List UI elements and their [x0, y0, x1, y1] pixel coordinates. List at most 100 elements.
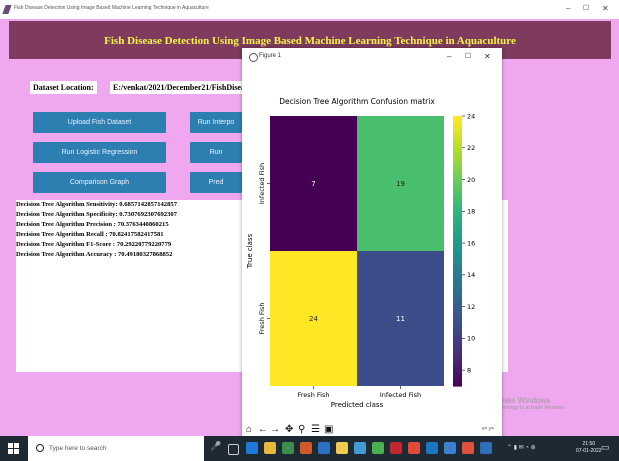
colorbar-segment: [453, 323, 462, 329]
app-icon-5[interactable]: [318, 442, 330, 454]
colorbar-segment: [453, 197, 462, 203]
back-icon[interactable]: ←: [258, 424, 268, 436]
maximize-button[interactable]: ☐: [583, 5, 589, 13]
colorbar-segment: [453, 282, 462, 288]
colorbar-segment: [453, 210, 462, 216]
close-button[interactable]: ✕: [602, 5, 609, 13]
taskbar-search-box[interactable]: Type here to search: [28, 436, 204, 461]
colorbar-segment: [453, 183, 462, 189]
file-explorer-icon[interactable]: [264, 442, 276, 454]
run-button[interactable]: Run: [190, 142, 242, 163]
system-tray-icons[interactable]: ⌃ ▮ ✉ ◔ ⊕: [507, 444, 536, 451]
colorbar-segment: [453, 215, 462, 221]
colorbar-segment: [453, 359, 462, 365]
colorbar-segment: [453, 120, 462, 126]
figure-app-icon: [249, 53, 258, 62]
colorbar-segment: [453, 336, 462, 342]
colorbar-tick-label: 18: [467, 208, 475, 216]
colorbar-tick-label: 12: [467, 303, 475, 311]
figure-window-title: Figure 1: [259, 53, 282, 59]
comparison-graph-button[interactable]: Comparison Graph: [33, 172, 166, 193]
task-view-icon[interactable]: [228, 444, 239, 455]
colorbar-segment: [453, 188, 462, 194]
colorbar-tick-label: 22: [467, 144, 475, 152]
zoom-icon[interactable]: ⚲: [298, 424, 305, 436]
chrome-icon[interactable]: [372, 442, 384, 454]
y-tick-label: Fresh Fish: [258, 303, 266, 335]
colorbar-segment: [453, 381, 462, 387]
cell-value-label: 11: [396, 315, 405, 323]
colorbar-segment: [453, 143, 462, 149]
figure-maximize-button[interactable]: ☐: [465, 53, 471, 61]
run-logistic-regression-button[interactable]: Run Logistic Regression: [33, 142, 166, 163]
pan-icon[interactable]: ✥: [285, 424, 293, 436]
taskbar-clock[interactable]: 21:50 07-01-2022: [576, 441, 602, 455]
y-axis-label: True class: [246, 233, 254, 269]
y-tick-label: Infected Fish: [258, 163, 266, 204]
colorbar-segment: [453, 305, 462, 311]
figure-close-button[interactable]: ✕: [484, 53, 491, 61]
colorbar-segment: [453, 237, 462, 243]
colorbar-segment: [453, 138, 462, 144]
app-icon-9[interactable]: [390, 442, 402, 454]
notification-icon[interactable]: ▭: [601, 442, 610, 453]
colorbar-segment: [453, 287, 462, 293]
app-icon-4[interactable]: [300, 442, 312, 454]
search-icon: [36, 444, 44, 452]
configure-icon[interactable]: ☰: [311, 424, 320, 436]
page-title: Fish Disease Detection Using Image Based…: [104, 35, 516, 47]
app-icon-12[interactable]: [444, 442, 456, 454]
app-icon-11[interactable]: [426, 442, 438, 454]
colorbar-segment: [453, 363, 462, 369]
forward-icon[interactable]: →: [270, 424, 280, 436]
predict-button[interactable]: Pred: [190, 172, 242, 193]
dataset-location-label: Dataset Location:: [30, 81, 97, 94]
colorbar-segment: [453, 147, 462, 153]
feather-icon: [2, 5, 12, 14]
colorbar-segment: [453, 264, 462, 270]
colorbar-segment: [453, 161, 462, 167]
save-icon[interactable]: ▣: [324, 424, 333, 436]
colorbar-segment: [453, 377, 462, 383]
windows-start-icon[interactable]: [8, 443, 19, 454]
app-icon-7[interactable]: [354, 442, 366, 454]
colorbar-segment: [453, 134, 462, 140]
colorbar-segment: [453, 255, 462, 261]
colorbar-segment: [453, 192, 462, 198]
home-icon[interactable]: ⌂: [246, 424, 252, 436]
colorbar-segment: [453, 125, 462, 131]
cell-value-label: 19: [396, 180, 405, 188]
colorbar-segment: [453, 224, 462, 230]
colorbar-segment: [453, 296, 462, 302]
minimize-button[interactable]: –: [566, 5, 570, 13]
x-axis-label: Predicted class: [331, 401, 384, 409]
colorbar-segment: [453, 165, 462, 171]
colorbar-segment: [453, 345, 462, 351]
microphone-icon[interactable]: 🎤: [210, 441, 222, 453]
colorbar-segment: [453, 291, 462, 297]
app-icon-14[interactable]: [480, 442, 492, 454]
confusion-matrix-chart: Decision Tree Algorithm Confusion matrix…: [246, 97, 475, 409]
colorbar-segment: [453, 372, 462, 378]
colorbar-segment: [453, 354, 462, 360]
run-interpolation-button[interactable]: Run Interpo: [190, 112, 242, 133]
colorbar-segment: [453, 242, 462, 248]
colorbar-tick-label: 14: [467, 271, 475, 279]
colorbar-segment: [453, 206, 462, 212]
x-tick-label: Infected Fish: [380, 391, 421, 399]
colorbar-segment: [453, 219, 462, 225]
app-icon-3[interactable]: [282, 442, 294, 454]
colorbar-segment: [453, 309, 462, 315]
colorbar-segment: [453, 318, 462, 324]
edge-icon[interactable]: [246, 442, 258, 454]
figure-minimize-button[interactable]: –: [447, 53, 451, 61]
taskbar: Type here to search 🎤 ⌃ ▮ ✉ ◔ ⊕ 21:50 07…: [0, 436, 619, 461]
upload-fish-dataset-button[interactable]: Upload Fish Dataset: [33, 112, 166, 133]
app-icon-6[interactable]: [336, 442, 348, 454]
colorbar-segment: [453, 179, 462, 185]
colorbar-segment: [453, 152, 462, 158]
app-icon-10[interactable]: [408, 442, 420, 454]
colorbar-segment: [453, 314, 462, 320]
app-icon-13[interactable]: [462, 442, 474, 454]
colorbar-tick-label: 20: [467, 176, 475, 184]
